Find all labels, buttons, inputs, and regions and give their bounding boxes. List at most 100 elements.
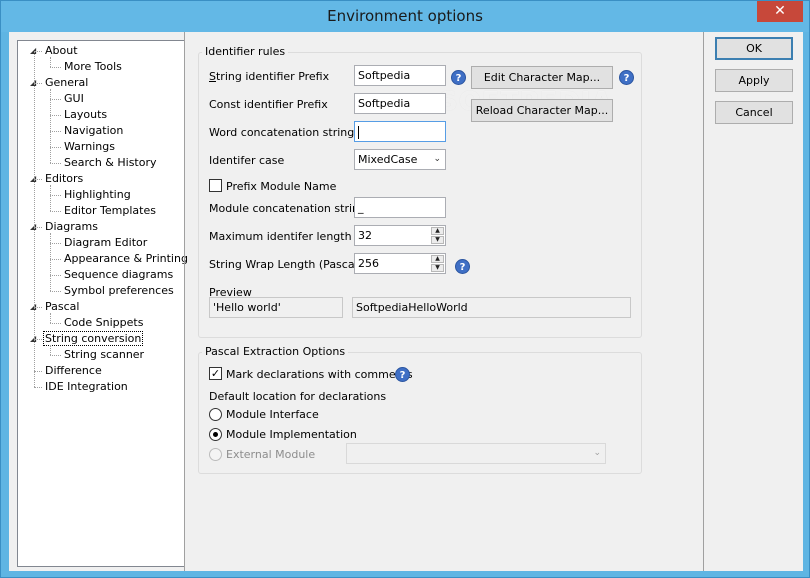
tree-item-diagrams[interactable]: ◢ Diagrams xyxy=(30,219,100,235)
edit-map-help-icon[interactable]: ? xyxy=(619,70,634,85)
max-length-spin-buttons: ▲ ▼ xyxy=(431,227,444,244)
identifier-case-select[interactable]: MixedCase ⌄ xyxy=(354,149,446,170)
tree-connector xyxy=(50,275,61,276)
tree-item-label: GUI xyxy=(64,92,84,105)
tree-item-label: Navigation xyxy=(64,124,124,137)
options-tree[interactable]: ◢ About More Tools ◢ General GUI Layouts Naviga… xyxy=(17,40,188,567)
external-module-label: External Module xyxy=(226,448,316,461)
prefix-module-checkbox[interactable] xyxy=(209,179,222,192)
word-concat-label: Word concatenation string xyxy=(209,126,355,139)
mark-comments-label: Mark declarations with comments xyxy=(226,368,413,381)
module-implementation-radio[interactable] xyxy=(209,428,222,441)
tree-item-search-history[interactable]: Search & History xyxy=(62,155,159,171)
tree-child-line xyxy=(50,313,51,323)
wrap-length-label: String Wrap Length (Pascal) xyxy=(209,258,362,271)
word-concat-input[interactable] xyxy=(354,121,446,142)
tree-connector xyxy=(50,211,61,212)
spin-down-icon[interactable]: ▼ xyxy=(431,264,444,272)
tree-item-more-tools[interactable]: More Tools xyxy=(62,59,124,75)
cancel-button[interactable]: Cancel xyxy=(715,101,793,124)
tree-item-label: Editor Templates xyxy=(64,204,156,217)
tree-item-sequence-diagrams[interactable]: Sequence diagrams xyxy=(62,267,175,283)
string-prefix-input[interactable]: Softpedia xyxy=(354,65,446,86)
wrap-length-value: 256 xyxy=(358,257,379,270)
max-length-spinner[interactable]: 32 ▲ ▼ xyxy=(354,225,446,246)
tree-item-ide-integration[interactable]: IDE Integration xyxy=(43,379,130,395)
tree-item-warnings[interactable]: Warnings xyxy=(62,139,117,155)
tree-item-highlighting[interactable]: Highlighting xyxy=(62,187,133,203)
tree-item-string-scanner[interactable]: String scanner xyxy=(62,347,146,363)
tree-item-label: String scanner xyxy=(64,348,145,361)
ok-button[interactable]: OK xyxy=(715,37,793,60)
dialog-client: ◢ About More Tools ◢ General GUI Layouts Naviga… xyxy=(9,32,803,571)
tree-child-line xyxy=(50,185,51,211)
wrap-length-help-icon[interactable]: ? xyxy=(455,259,470,274)
identifier-rules-title: Identifier rules xyxy=(202,45,289,58)
tree-item-diagram-editor[interactable]: Diagram Editor xyxy=(62,235,149,251)
tree-item-label: Difference xyxy=(45,364,102,377)
tree-item-editor-templates[interactable]: Editor Templates xyxy=(62,203,158,219)
tree-connector xyxy=(50,99,61,100)
wrap-length-spinner[interactable]: 256 ▲ ▼ xyxy=(354,253,446,274)
tree-item-string-conversion[interactable]: ◢ String conversion xyxy=(30,331,144,347)
tree-item-pascal[interactable]: ◢ Pascal xyxy=(30,299,81,315)
preview-input: 'Hello world' xyxy=(209,297,343,318)
tree-item-appearance-printing[interactable]: Appearance & Printing xyxy=(62,251,190,267)
environment-options-window: Environment options ✕ ◢ About More Tools ◢ G… xyxy=(0,0,810,578)
module-implementation-label: Module Implementation xyxy=(226,428,357,441)
module-concat-label: Module concatenation string xyxy=(209,202,366,215)
chevron-down-icon: ⌄ xyxy=(593,448,601,458)
prefix-module-label: Prefix Module Name xyxy=(226,180,337,193)
tree-item-label: Sequence diagrams xyxy=(64,268,174,281)
tree-item-label: Code Snippets xyxy=(64,316,144,329)
tree-item-about[interactable]: ◢ About xyxy=(30,43,80,59)
tree-connector xyxy=(34,179,42,180)
tree-item-symbol-preferences[interactable]: Symbol preferences xyxy=(62,283,176,299)
spin-up-icon[interactable]: ▲ xyxy=(431,227,444,235)
external-module-select[interactable]: ⌄ xyxy=(346,443,606,464)
tree-item-label: Diagrams xyxy=(45,220,98,233)
spin-up-icon[interactable]: ▲ xyxy=(431,255,444,263)
module-interface-radio[interactable] xyxy=(209,408,222,421)
string-prefix-help-icon[interactable]: ? xyxy=(451,70,466,85)
tree-item-code-snippets[interactable]: Code Snippets xyxy=(62,315,145,331)
tree-item-label: IDE Integration xyxy=(45,380,128,393)
tree-connector xyxy=(34,51,42,52)
tree-item-layouts[interactable]: Layouts xyxy=(62,107,109,123)
external-module-radio[interactable] xyxy=(209,448,222,461)
wrap-length-spin-buttons: ▲ ▼ xyxy=(431,255,444,272)
tree-connector xyxy=(50,355,61,356)
spin-down-icon[interactable]: ▼ xyxy=(431,236,444,244)
tree-child-line xyxy=(50,89,51,163)
mark-comments-help-icon[interactable]: ? xyxy=(395,367,410,382)
preview-output: SoftpediaHelloWorld xyxy=(352,297,631,318)
identifier-case-label: Identifer case xyxy=(209,154,285,167)
tree-item-gui[interactable]: GUI xyxy=(62,91,86,107)
mark-comments-checkbox[interactable]: ✓ xyxy=(209,367,222,380)
tree-connector xyxy=(50,147,61,148)
edit-character-map-button[interactable]: Edit Character Map... xyxy=(471,66,613,89)
default-location-label: Default location for declarations xyxy=(209,390,387,403)
tree-child-line xyxy=(50,57,51,67)
tree-item-label: String conversion xyxy=(43,331,144,346)
const-prefix-input[interactable]: Softpedia xyxy=(354,93,446,114)
tree-item-label: Symbol preferences xyxy=(64,284,174,297)
tree-connector xyxy=(34,227,42,228)
apply-button[interactable]: Apply xyxy=(715,69,793,92)
string-prefix-label: String identifier Prefix xyxy=(209,70,330,83)
string-prefix-label-text: tring identifier Prefix xyxy=(215,70,330,83)
tree-item-label: Highlighting xyxy=(64,188,131,201)
tree-connector xyxy=(34,371,42,372)
reload-character-map-button[interactable]: Reload Character Map... xyxy=(471,99,613,122)
tree-item-label: Diagram Editor xyxy=(64,236,148,249)
close-button[interactable]: ✕ xyxy=(757,1,803,22)
tree-connector xyxy=(34,387,42,388)
tree-connector xyxy=(50,163,61,164)
module-concat-input[interactable]: _ xyxy=(354,197,446,218)
tree-item-navigation[interactable]: Navigation xyxy=(62,123,125,139)
tree-connector xyxy=(50,243,61,244)
tree-child-line xyxy=(50,233,51,291)
tree-item-label: Layouts xyxy=(64,108,108,121)
tree-item-difference[interactable]: Difference xyxy=(43,363,104,379)
title-bar[interactable]: Environment options ✕ xyxy=(1,1,809,32)
